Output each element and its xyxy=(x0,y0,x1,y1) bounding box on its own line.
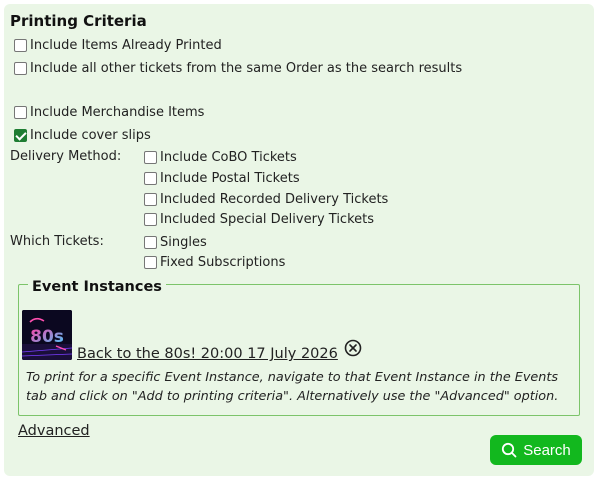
event-thumbnail: 80s xyxy=(22,310,72,360)
delivery-postal-checkbox[interactable] xyxy=(144,172,157,185)
include-merch-label: Include Merchandise Items xyxy=(30,105,205,120)
subscriptions-label: Fixed Subscriptions xyxy=(160,255,286,270)
delivery-option-special[interactable]: Included Special Delivery Tickets xyxy=(144,212,374,227)
include-same-order-label: Include all other tickets from the same … xyxy=(30,61,463,76)
singles-label: Singles xyxy=(160,235,207,250)
which-tickets-label: Which Tickets: xyxy=(10,234,104,249)
delivery-special-checkbox[interactable] xyxy=(144,213,157,226)
include-merch-option[interactable]: Include Merchandise Items xyxy=(14,105,204,120)
which-option-singles[interactable]: Singles xyxy=(144,235,207,250)
delivery-recorded-label: Included Recorded Delivery Tickets xyxy=(160,192,389,207)
search-icon xyxy=(502,442,517,458)
include-cover-option[interactable]: Include cover slips xyxy=(14,128,151,143)
search-button-label: Search xyxy=(523,441,571,459)
remove-event-icon[interactable] xyxy=(344,339,362,357)
include-cover-checkbox[interactable] xyxy=(14,129,27,142)
delivery-method-label: Delivery Method: xyxy=(10,149,122,164)
event-instances-help-text: To print for a specific Event Instance, … xyxy=(26,370,559,404)
delivery-cobo-checkbox[interactable] xyxy=(144,151,157,164)
singles-checkbox[interactable] xyxy=(144,236,157,249)
which-option-subscriptions[interactable]: Fixed Subscriptions xyxy=(144,255,285,270)
subscriptions-checkbox[interactable] xyxy=(144,256,157,269)
thumbnail-text: 80s xyxy=(30,327,64,347)
include-printed-option[interactable]: Include Items Already Printed xyxy=(14,38,222,53)
delivery-option-postal[interactable]: Include Postal Tickets xyxy=(144,171,300,186)
event-thumbnail-art: 80s xyxy=(22,310,72,360)
delivery-option-recorded[interactable]: Included Recorded Delivery Tickets xyxy=(144,192,388,207)
panel-title: Printing Criteria xyxy=(10,12,147,30)
include-cover-label: Include cover slips xyxy=(30,128,151,143)
include-same-order-checkbox[interactable] xyxy=(14,62,27,75)
delivery-option-cobo[interactable]: Include CoBO Tickets xyxy=(144,150,297,165)
event-instances-legend: Event Instances xyxy=(28,279,166,295)
delivery-postal-label: Include Postal Tickets xyxy=(160,171,300,186)
delivery-cobo-label: Include CoBO Tickets xyxy=(160,150,297,165)
include-printed-checkbox[interactable] xyxy=(14,39,27,52)
delivery-recorded-checkbox[interactable] xyxy=(144,193,157,206)
event-instance-link[interactable]: Back to the 80s! 20:00 17 July 2026 xyxy=(77,346,338,362)
include-same-order-option[interactable]: Include all other tickets from the same … xyxy=(14,61,462,76)
printing-criteria-panel: Printing Criteria Include Items Already … xyxy=(4,4,594,476)
advanced-link[interactable]: Advanced xyxy=(18,423,90,439)
delivery-special-label: Included Special Delivery Tickets xyxy=(160,212,375,227)
include-merch-checkbox[interactable] xyxy=(14,106,27,119)
search-button[interactable]: Search xyxy=(490,435,582,465)
include-printed-label: Include Items Already Printed xyxy=(30,38,222,53)
